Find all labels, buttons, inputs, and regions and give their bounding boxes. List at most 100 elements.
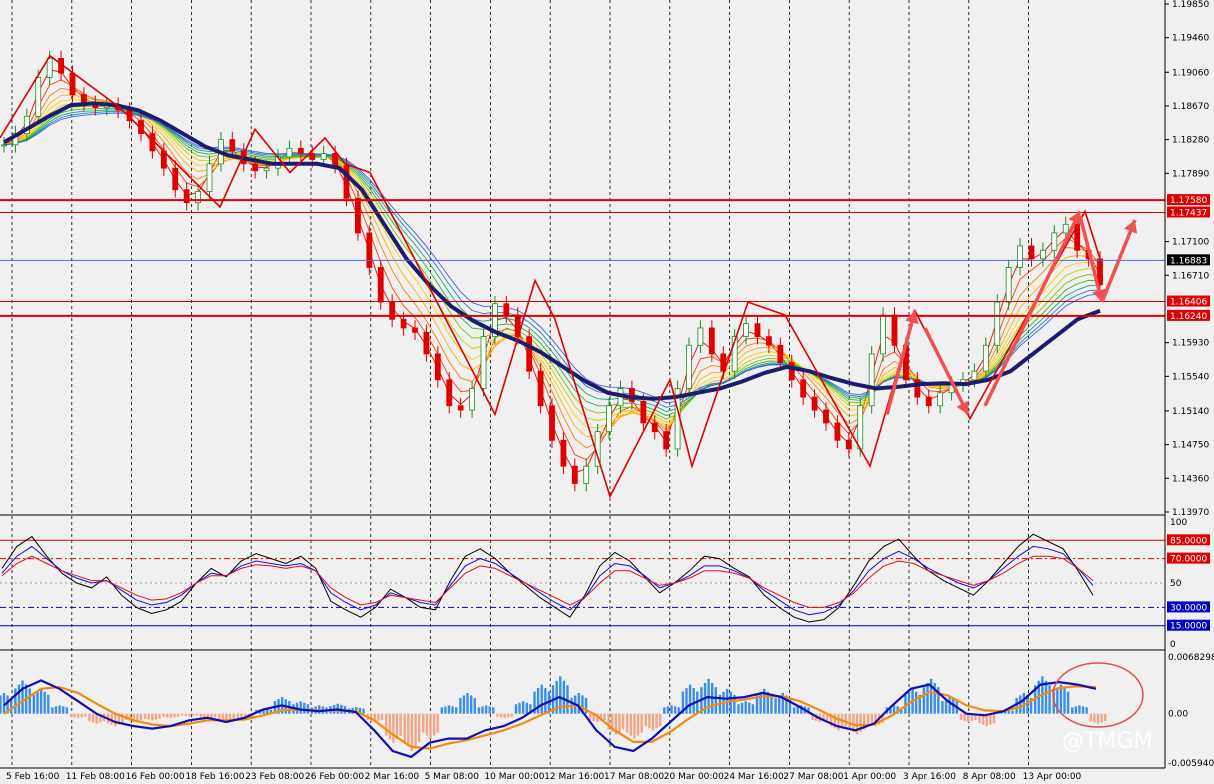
date-tick-label: 5 Feb 16:00 bbox=[6, 772, 60, 782]
candle-body bbox=[754, 323, 761, 338]
candle-body bbox=[800, 379, 807, 398]
candle-body bbox=[606, 405, 612, 433]
candle-body bbox=[891, 314, 898, 346]
candle-body bbox=[355, 197, 361, 234]
candle-body bbox=[297, 147, 304, 154]
candle-body bbox=[971, 370, 978, 381]
watermark: @TMGM bbox=[1062, 729, 1152, 754]
candle-body bbox=[309, 153, 316, 160]
date-tick-label: 1 Apr 00:00 bbox=[843, 772, 896, 782]
level-price-tag-label: 1.16406 bbox=[1170, 298, 1207, 308]
candle-body bbox=[252, 163, 259, 172]
candle-body bbox=[766, 336, 772, 346]
candle-body bbox=[651, 422, 658, 433]
stochastic-level-tag-label: 85.0000 bbox=[1170, 536, 1207, 546]
candle-body bbox=[857, 405, 864, 450]
candle-body bbox=[1017, 245, 1023, 268]
candle-body bbox=[446, 379, 453, 407]
date-tick-label: 17 Mar 08:00 bbox=[604, 772, 664, 782]
candle-body bbox=[697, 327, 704, 346]
level-price-tag-label: 1.17580 bbox=[1170, 196, 1207, 206]
price-tick-label: 1.14750 bbox=[1172, 441, 1209, 451]
date-tick-label: 3 Apr 16:00 bbox=[903, 772, 956, 782]
price-tick-label: 1.15930 bbox=[1172, 339, 1209, 349]
candle-body bbox=[35, 77, 42, 117]
candle-body bbox=[503, 303, 510, 316]
candle-body bbox=[925, 396, 932, 407]
price-tick-label: 1.17100 bbox=[1172, 238, 1209, 248]
candle-body bbox=[982, 344, 989, 372]
price-tick-label: 1.14360 bbox=[1172, 474, 1209, 484]
candle-body bbox=[263, 167, 270, 172]
candle-body bbox=[663, 431, 670, 450]
candle-body bbox=[834, 422, 841, 441]
date-tick-label: 13 Apr 00:00 bbox=[1023, 772, 1082, 782]
price-tick-label: 1.18670 bbox=[1172, 102, 1209, 112]
candle-body bbox=[377, 267, 384, 303]
candle-body bbox=[640, 401, 647, 424]
candle-body bbox=[1062, 223, 1069, 234]
stochastic-tick-label: 50 bbox=[1170, 579, 1182, 589]
candle-body bbox=[469, 388, 475, 411]
stochastic-level-tag-label: 30.0000 bbox=[1170, 603, 1207, 613]
candle-body bbox=[583, 465, 590, 484]
macd-tick-label: 0.00 bbox=[1168, 710, 1188, 720]
macd-tick-label: -0.0059409 bbox=[1168, 759, 1214, 769]
candle-body bbox=[743, 323, 749, 338]
price-tick-label: 1.13970 bbox=[1172, 508, 1209, 518]
date-tick-label: 23 Feb 08:00 bbox=[245, 772, 304, 782]
date-tick-label: 2 Mar 16:00 bbox=[365, 772, 420, 782]
candle-body bbox=[937, 392, 944, 407]
candle-body bbox=[172, 167, 179, 191]
candle-body bbox=[777, 344, 784, 363]
candle-body bbox=[69, 72, 76, 96]
candle-body bbox=[480, 336, 487, 389]
candle-body bbox=[811, 396, 818, 411]
candle-body bbox=[788, 362, 795, 381]
candle-body bbox=[46, 58, 53, 78]
stochastic-tick-label: 0 bbox=[1170, 640, 1176, 650]
date-tick-label: 11 Feb 08:00 bbox=[66, 772, 125, 782]
candle-body bbox=[366, 232, 373, 268]
candle-body bbox=[1051, 232, 1058, 251]
candle-body bbox=[880, 314, 886, 355]
date-tick-label: 27 Mar 08:00 bbox=[783, 772, 843, 782]
price-tick-label: 1.17890 bbox=[1172, 169, 1209, 179]
candle-body bbox=[423, 331, 430, 355]
candle-body bbox=[206, 163, 213, 192]
time-axis: 5 Feb 16:00 11 Feb 08:00 16 Feb 00:00 18 Fe… bbox=[6, 772, 1082, 782]
candle-body bbox=[332, 153, 338, 166]
candle-body bbox=[1040, 249, 1046, 260]
candle-body bbox=[526, 336, 533, 372]
candle-body bbox=[708, 327, 715, 355]
candle-body bbox=[1, 144, 7, 147]
price-tick-label: 1.15540 bbox=[1172, 372, 1209, 382]
candle-body bbox=[845, 439, 852, 450]
candle-body bbox=[549, 405, 555, 441]
price-tick-label: 1.19850 bbox=[1172, 0, 1209, 10]
trading-chart[interactable]: 1.19850 1.19460 1.19060 1.18670 1.18280 1.178… bbox=[0, 0, 1214, 784]
candle-body bbox=[229, 139, 236, 152]
candle-body bbox=[868, 353, 875, 407]
level-price-tag-label: 1.16883 bbox=[1170, 256, 1207, 266]
price-tick-label: 1.16710 bbox=[1172, 271, 1209, 281]
price-tick-label: 1.19460 bbox=[1172, 34, 1209, 44]
date-tick-label: 5 Mar 08:00 bbox=[425, 772, 480, 782]
candle-body bbox=[629, 388, 635, 402]
price-tick-label: 1.18280 bbox=[1172, 136, 1209, 146]
date-tick-label: 16 Feb 00:00 bbox=[126, 772, 185, 782]
date-tick-label: 12 Mar 16:00 bbox=[544, 772, 604, 782]
candle-body bbox=[1028, 245, 1035, 260]
level-price-tag-label: 1.17437 bbox=[1170, 208, 1207, 218]
candle-body bbox=[537, 370, 544, 407]
candle-body bbox=[1005, 267, 1012, 303]
stochastic-level-tag-label: 70.0000 bbox=[1170, 555, 1207, 565]
candle-body bbox=[686, 344, 692, 389]
candle-body bbox=[400, 318, 407, 329]
candle-body bbox=[320, 153, 327, 160]
candle-body bbox=[560, 439, 567, 467]
date-tick-label: 10 Mar 00:00 bbox=[484, 772, 544, 782]
candle-body bbox=[457, 405, 464, 411]
date-tick-label: 26 Feb 00:00 bbox=[305, 772, 364, 782]
date-tick-label: 18 Feb 16:00 bbox=[185, 772, 244, 782]
